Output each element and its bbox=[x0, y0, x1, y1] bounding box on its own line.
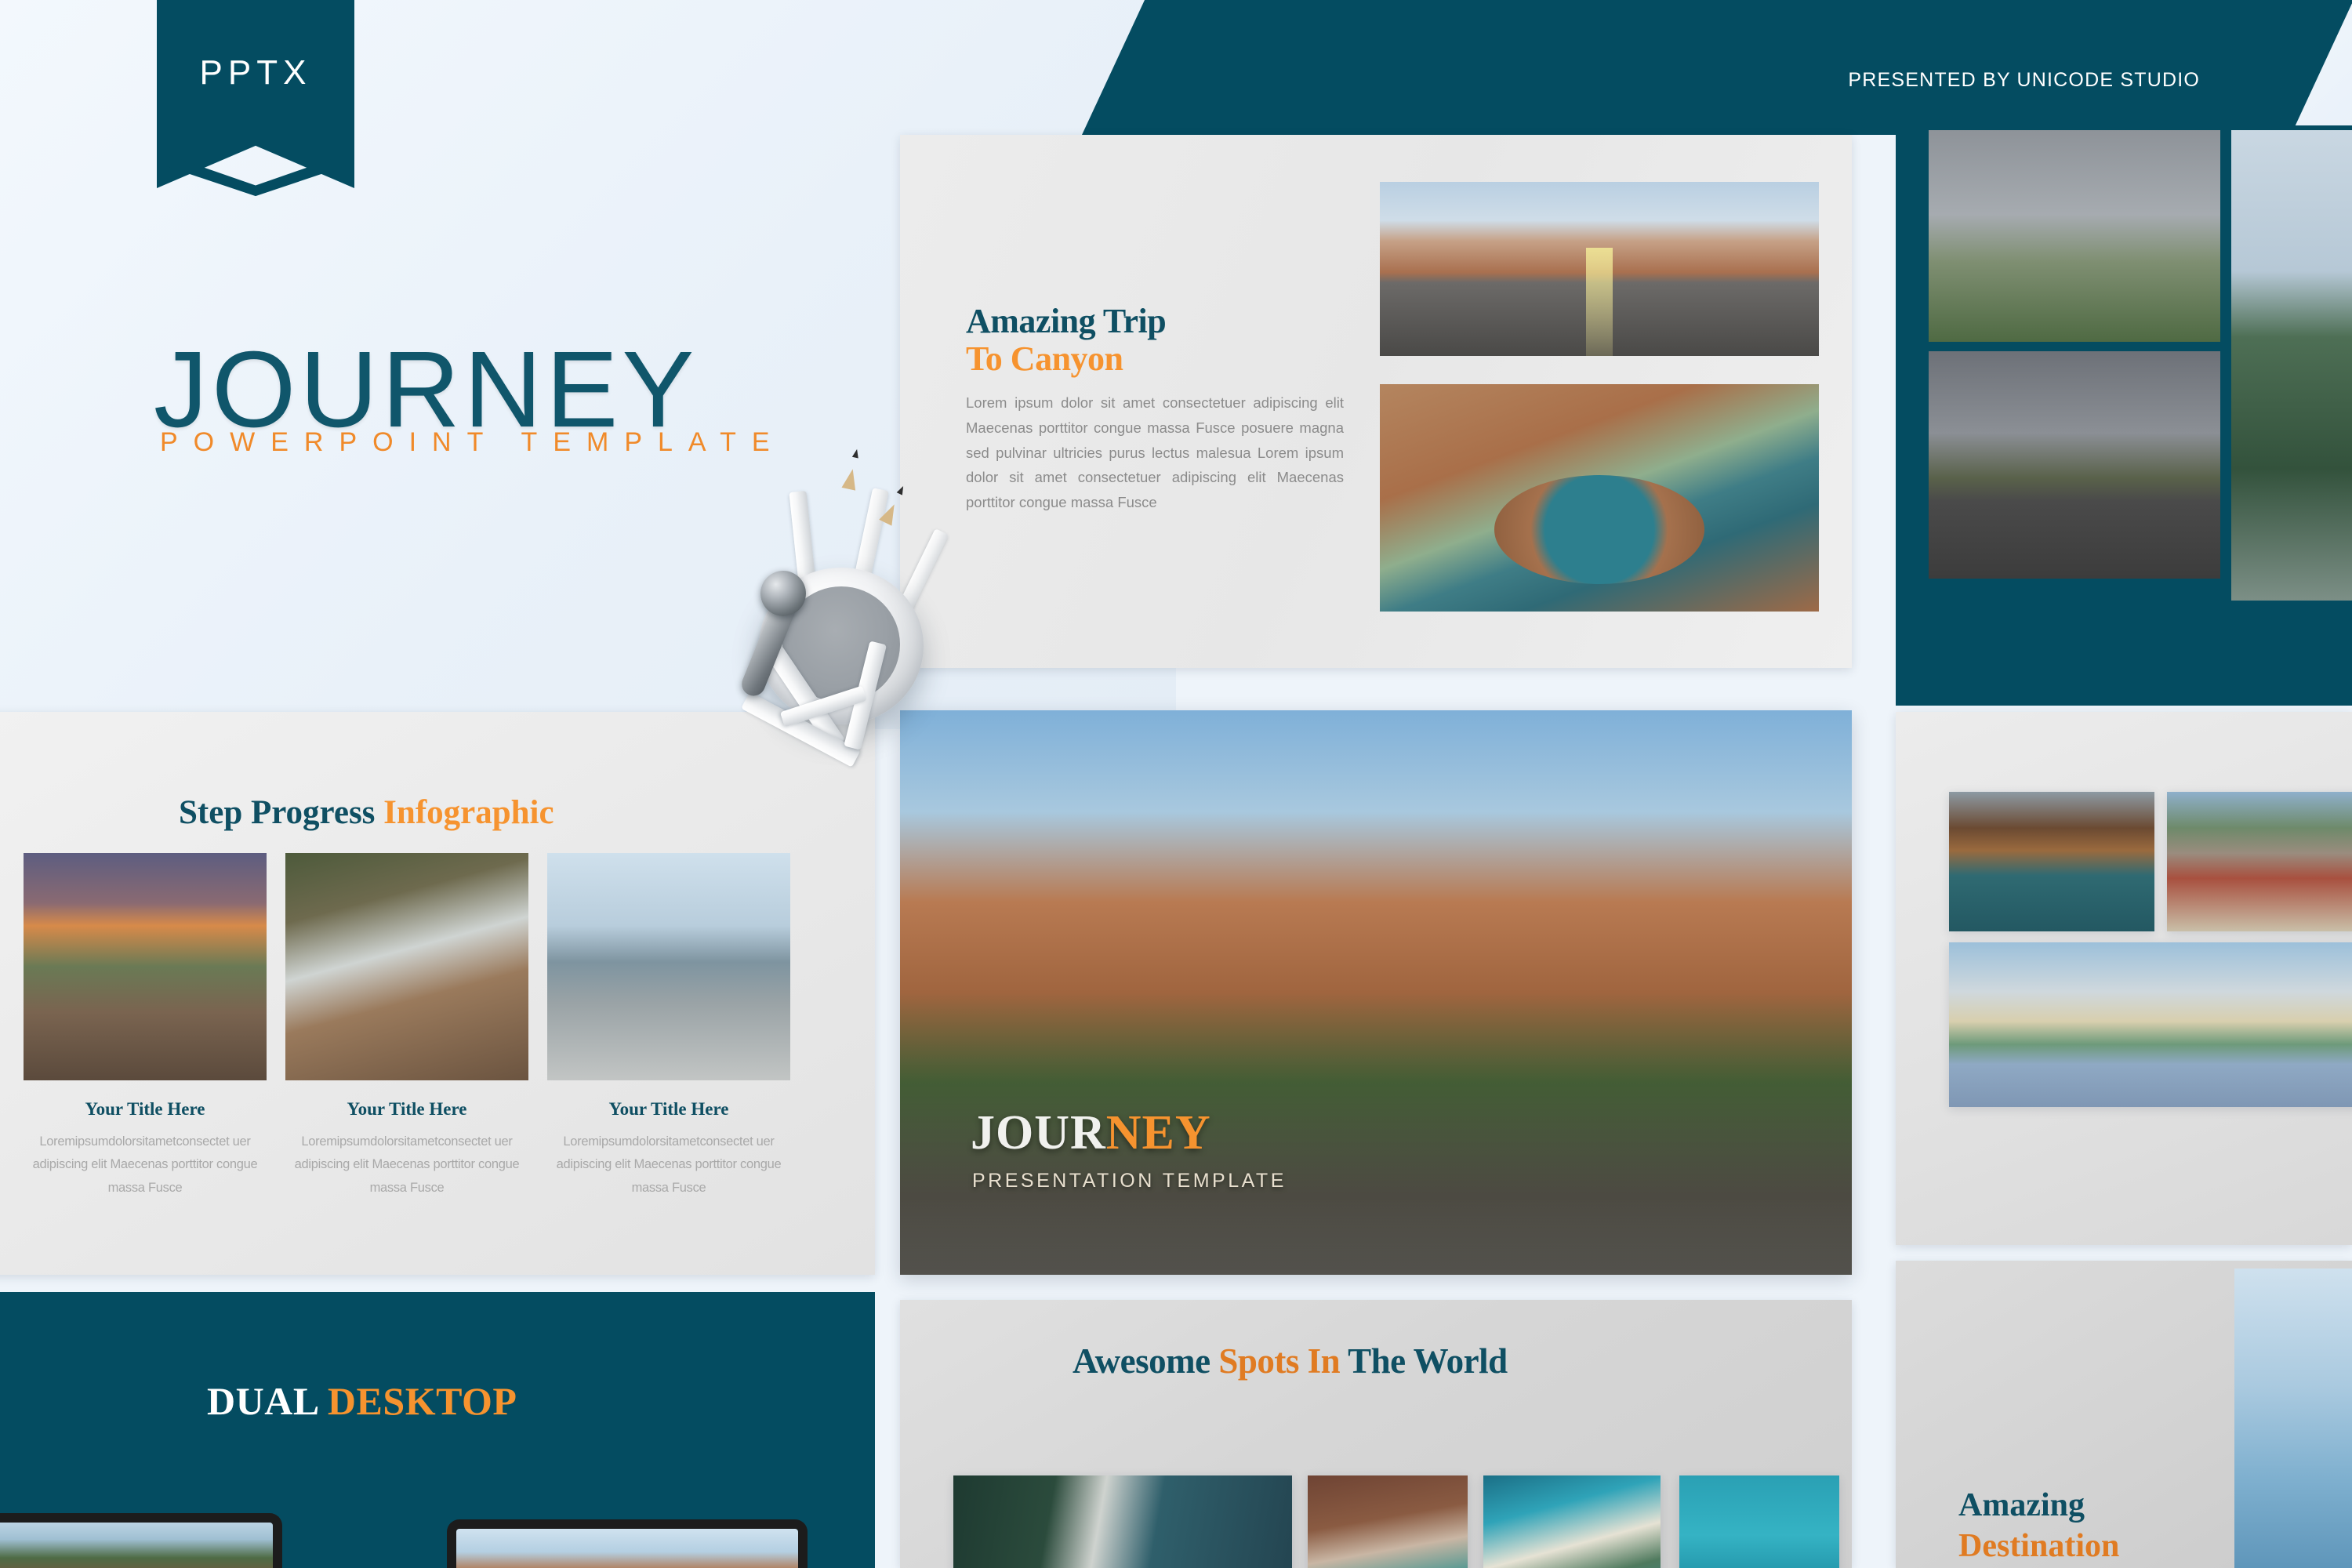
step-card: Your Title Here Loremipsumdolorsitametco… bbox=[24, 853, 267, 1200]
aerial-rocky-coast-photo bbox=[1308, 1475, 1468, 1568]
step-heading-part1: Step Progress bbox=[179, 794, 376, 831]
presented-by-label: PRESENTED BY UNICODE STUDIO bbox=[1848, 69, 2200, 91]
monitor-left bbox=[0, 1513, 282, 1568]
step-card-body: Loremipsumdolorsitametconsectet uer adip… bbox=[294, 1134, 520, 1195]
suspension-bridge-forest-photo bbox=[2231, 130, 2352, 601]
suburban-house-photo bbox=[2167, 792, 2352, 931]
page-subtitle: POWERPOINT TEMPLATE bbox=[160, 427, 786, 457]
awesome-spots-heading: Awesome Spots In The World bbox=[1073, 1341, 1508, 1381]
aerial-boat-lagoon-photo bbox=[1679, 1475, 1839, 1568]
aerial-beach-forest-photo bbox=[953, 1475, 1292, 1568]
spots-heading-part2: Spots In bbox=[1218, 1341, 1348, 1381]
aerial-island-resort-photo bbox=[1483, 1475, 1661, 1568]
trip-heading-line2: To Canyon bbox=[966, 339, 1123, 378]
mountain-valley-photo bbox=[0, 1523, 273, 1568]
step-card-title: Your Title Here bbox=[85, 1099, 205, 1119]
journey-title-orange: NEY bbox=[1105, 1106, 1211, 1160]
step-card: Your Title Here Loremipsumdolorsitametco… bbox=[547, 853, 790, 1200]
step-card-title: Your Title Here bbox=[608, 1099, 729, 1119]
horseshoe-bend-photo bbox=[1380, 384, 1819, 612]
waterfall-viewpoint-photo bbox=[285, 853, 528, 1080]
sunrise-boardwalk-photo bbox=[24, 853, 267, 1080]
destination-heading-line2: Destination bbox=[1958, 1528, 2120, 1564]
canyon-panorama-photo bbox=[456, 1529, 798, 1568]
orange-scooter-roadside-photo bbox=[1929, 351, 2220, 579]
dual-heading-part2: DESKTOP bbox=[327, 1379, 517, 1423]
top-teal-band bbox=[1082, 0, 2352, 135]
lakeside-houses-photo bbox=[1949, 942, 2352, 1107]
journey-title-white: JOUR bbox=[971, 1106, 1106, 1160]
trip-body-text: Lorem ipsum dolor sit amet consectetuer … bbox=[966, 394, 1344, 511]
trip-heading-line1: Amazing Trip bbox=[966, 302, 1167, 340]
step-card-title: Your Title Here bbox=[347, 1099, 467, 1119]
hiker-fog-mountain-photo bbox=[1929, 130, 2220, 342]
step-card-body: Loremipsumdolorsitametconsectet uer adip… bbox=[556, 1134, 782, 1195]
spots-heading-part3: The World bbox=[1348, 1341, 1508, 1381]
step-heading-part2: Infographic bbox=[383, 794, 554, 831]
journey-cover-title: JOURNEY bbox=[971, 1105, 1211, 1161]
desert-highway-photo bbox=[1380, 182, 1819, 356]
spots-heading-part1: Awesome bbox=[1073, 1341, 1219, 1381]
lodge-pool-photo bbox=[1949, 792, 2154, 931]
poster-canvas: PPTX JOURNEY POWERPOINT TEMPLATE PRESENT… bbox=[0, 0, 2352, 1568]
step-card-body: Loremipsumdolorsitametconsectet uer adip… bbox=[32, 1134, 258, 1195]
dual-heading-part1: DUAL bbox=[207, 1379, 318, 1423]
monitor-right bbox=[447, 1519, 808, 1568]
pptx-badge-label: PPTX bbox=[199, 53, 312, 92]
step-card: Your Title Here Loremipsumdolorsitametco… bbox=[285, 853, 528, 1200]
journey-cover-subtitle: PRESENTATION TEMPLATE bbox=[972, 1170, 1287, 1192]
sky-clouds-photo bbox=[2234, 1269, 2352, 1568]
step-card-list: Your Title Here Loremipsumdolorsitametco… bbox=[24, 853, 808, 1200]
dual-desktop-heading: DUAL DESKTOP bbox=[207, 1378, 517, 1424]
step-progress-heading: Step Progress Infographic bbox=[179, 793, 554, 832]
destination-heading-line1: Amazing bbox=[1958, 1487, 2085, 1523]
cliff-edge-photo bbox=[547, 853, 790, 1080]
